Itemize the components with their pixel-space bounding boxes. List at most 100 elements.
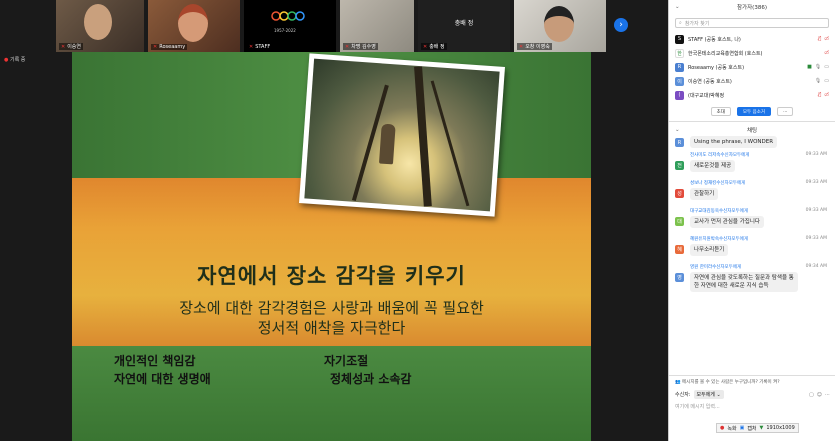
avatar: 전 [675, 161, 684, 170]
mic-muted-icon: ✕ [61, 44, 66, 50]
mic-icon[interactable]: 🎙 [815, 64, 821, 70]
slide-photo [299, 53, 505, 217]
mic-icon[interactable]: 🎙 [815, 78, 821, 84]
chat-time: 09:33 AM [805, 180, 827, 185]
resolution-label[interactable]: 1910x1009 [766, 425, 794, 431]
video-icon[interactable]: ▭ [824, 78, 829, 84]
participant-face [84, 4, 112, 40]
chat-message: 대구교대김동욱수신자모두에게 09:33 AM 대 교사가 먼저 관심을 가집니… [669, 208, 835, 236]
participant-search-input[interactable]: ⌕ 참가자 찾기 [675, 18, 829, 28]
slide-subtitle: 장소에 대한 감각경험은 사랑과 배움에 꼭 필요한 정서적 애착을 자극한다 [179, 299, 484, 337]
divider [669, 121, 835, 122]
chevron-down-icon[interactable]: ⌄ [675, 127, 680, 133]
slide-title: 자연에서 장소 감각을 키우기 [197, 264, 466, 288]
tile-name: 오창 이영숙 [525, 44, 550, 50]
share-screen-icon[interactable]: ■ [807, 64, 812, 70]
participant-item[interactable]: 한 한국몬테소리교육총연합회 (호스트) ▭̸ [669, 46, 835, 60]
participant-item[interactable]: R Roseaamy (공동 호스트) ■ 🎙 ▭ [669, 60, 835, 74]
people-icon: 👥 [675, 380, 681, 385]
video-tile[interactable]: ✕ 이승연 [56, 0, 144, 52]
sidebar: ⌄ 참가자(386) ⌕ 참가자 찾기 S STAFF (공동 호스트, 나) … [668, 0, 835, 441]
chat-bubble: 자연에 관심을 갖도록하는 질문과 탐색을 통한 자연에 대한 새로운 지식 습… [690, 272, 798, 292]
avatar: 이 [675, 76, 684, 86]
record-button[interactable]: 녹화 [727, 425, 736, 432]
tile-name: 차명 김수영 [351, 44, 376, 50]
mic-muted-icon: ✕ [423, 44, 428, 50]
mic-muted-icon: ✕ [249, 44, 254, 50]
chat-message: 혜원유치원박숙수신자모두에게 09:33 AM 혜 나무소리듣기 [669, 236, 835, 264]
chat-bubble: 새로운것을 제공 [690, 160, 736, 172]
chat-title: 채팅 [746, 128, 758, 134]
chat-bubble: Using the phrase, I WONDER [690, 136, 778, 148]
recording-indicator: ● 기록 중 [4, 56, 25, 63]
tile-name: Roseaamy [159, 44, 186, 50]
next-page-icon[interactable]: › [614, 18, 628, 32]
recording-label: 기록 중 [9, 57, 26, 63]
participant-face [178, 4, 208, 42]
mic-muted-icon: ✕ [345, 44, 350, 50]
record-dot-icon: ● [4, 57, 9, 63]
mic-muted-icon: ✕ [153, 44, 158, 50]
chat-messages: R Using the phrase, I WONDER 전사미도 리저속수신자… [669, 136, 835, 312]
shared-slide: 자연에서 장소 감각을 키우기 장소에 대한 감각경험은 사랑과 배움에 꼭 필… [72, 52, 591, 441]
participant-item[interactable]: 이 이승연 (공동 호스트) 🎙 ▭ [669, 74, 835, 88]
more-button[interactable]: ... [777, 107, 794, 116]
video-tile[interactable]: ✕ 오창 이영숙 [514, 0, 606, 52]
mic-muted-icon[interactable]: 🎙̸ [818, 92, 821, 98]
forest-photo [304, 58, 500, 212]
video-strip: ✕ 이승연 ✕ Roseaamy 1957-2022 ✕ STAFF ✕ 차명 … [0, 0, 668, 52]
avatar: 영 [675, 273, 684, 282]
slide-list-left: 개인적인 책임감 자연에 대한 생명애 [114, 354, 211, 386]
avatar: 대 [675, 217, 684, 226]
video-tile[interactable]: ✕ Roseaamy [148, 0, 240, 52]
file-icon[interactable]: ▢ [809, 392, 814, 398]
avatar: 성 [675, 189, 684, 198]
staff-logo [270, 8, 310, 24]
tile-name: 충배 정 [429, 44, 445, 50]
participant-item[interactable]: S STAFF (공동 호스트, 나) 🎙̸ ▭̸ [669, 32, 835, 46]
participant-item[interactable]: ( (대구교대)박혜정 🎙̸ ▭̸ [669, 88, 835, 102]
avatar: S [675, 34, 684, 44]
chat-input[interactable]: 여기에 메시지 입력... [669, 401, 835, 412]
mic-muted-icon[interactable]: 🎙̸ [818, 36, 821, 42]
video-icon[interactable]: ▭ [824, 64, 829, 70]
video-tile[interactable]: ✕ 차명 김수영 [340, 0, 414, 52]
slide-list-right: 자기조절 정체성과 소속감 [324, 354, 412, 386]
mic-muted-icon: ✕ [519, 44, 524, 50]
chevron-down-icon[interactable]: ⌄ [675, 4, 680, 10]
video-off-icon[interactable]: ▭̸ [824, 92, 829, 98]
zoom-app: ✕ 이승연 ✕ Roseaamy 1957-2022 ✕ STAFF ✕ 차명 … [0, 0, 835, 441]
capture-icon: ▣ [739, 425, 745, 431]
chat-notice[interactable]: 👥 메시지를 볼 수 있는 사람은 누구입니까? 기록이 켜? [669, 376, 835, 388]
recipient-select[interactable]: 모두에게 ⌄ [693, 390, 724, 399]
search-icon: ⌕ [679, 20, 682, 26]
recording-status-bar: ● 녹화 ▣ 캡처 ▼ 1910x1009 [716, 423, 799, 433]
video-off-icon[interactable]: ▭̸ [824, 50, 829, 56]
recipient-row: 수신자: 모두에게 ⌄ ▢ ☺ ⋯ [675, 390, 830, 399]
avatar: R [675, 62, 684, 72]
video-tile[interactable]: 충배 정 ✕ 충배 정 [418, 0, 510, 52]
chat-message: 성보나 정재킹수신자모두에게 09:33 AM 성 관찰하기 [669, 180, 835, 208]
chat-bubble: 교사가 먼저 관심을 가집니다 [690, 216, 764, 228]
participant-face [544, 6, 574, 42]
tile-center-label: 충배 정 [454, 20, 474, 27]
staff-logo-text: 1957-2022 [274, 28, 296, 33]
video-tile[interactable]: 1957-2022 ✕ STAFF [244, 0, 336, 52]
participant-actions: 초대 모두 음소거 ... [669, 107, 835, 116]
chat-message: R Using the phrase, I WONDER [669, 136, 835, 152]
participants-title: 참가자(386) [737, 5, 767, 11]
chat-time: 09:34 AM [805, 264, 827, 269]
record-dot-icon: ● [720, 425, 725, 431]
capture-button[interactable]: 캡처 [747, 425, 756, 432]
invite-button[interactable]: 초대 [710, 107, 731, 116]
emoji-icon[interactable]: ☺ [817, 392, 822, 398]
chat-header: ⌄ 채팅 [669, 124, 835, 136]
avatar: ( [675, 90, 684, 100]
tile-name: 이승연 [67, 44, 82, 50]
mute-all-button[interactable]: 모두 음소거 [736, 107, 772, 116]
chat-time: 09:33 AM [805, 208, 827, 213]
video-off-icon[interactable]: ▭̸ [824, 36, 829, 42]
tile-name: STAFF [255, 44, 271, 50]
more-icon[interactable]: ⋯ [825, 392, 830, 398]
chat-message: 전사미도 리저속수신자모두에게 09:33 AM 전 새로운것을 제공 [669, 152, 835, 180]
